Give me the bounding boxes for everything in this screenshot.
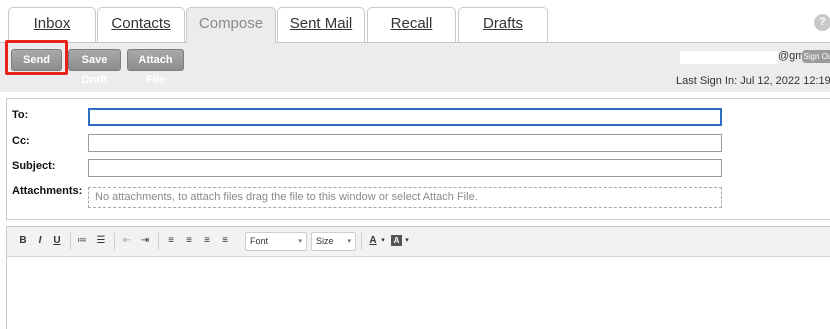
- underline-button[interactable]: U: [51, 233, 63, 249]
- editor-toolbar: B I U ≔ ☰ ⇤ ⇥ ≡ ≡ ≡ ≡ Font ▾ Size ▾ A ▾ …: [7, 227, 830, 257]
- subject-input[interactable]: [88, 159, 722, 177]
- message-body[interactable]: [7, 257, 830, 329]
- outdent-icon[interactable]: ⇤: [120, 233, 134, 249]
- toolbar-separator: [361, 233, 362, 250]
- compose-form: To: Cc: Subject: Attachments: No attachm…: [6, 98, 830, 220]
- toolbar-separator: [70, 233, 71, 250]
- align-right-icon[interactable]: ≡: [200, 233, 214, 249]
- indent-icon[interactable]: ⇥: [138, 233, 152, 249]
- attachments-dropzone[interactable]: No attachments, to attach files drag the…: [88, 187, 722, 208]
- subject-label: Subject:: [12, 160, 56, 172]
- to-input[interactable]: [88, 108, 722, 126]
- font-dropdown-label: Font: [250, 236, 269, 246]
- cc-label: Cc:: [12, 135, 30, 147]
- tab-bar: Inbox Contacts Compose Sent Mail Recall …: [0, 0, 830, 43]
- tab-recall[interactable]: Recall: [367, 7, 456, 43]
- tab-sent-mail[interactable]: Sent Mail: [277, 7, 365, 43]
- font-dropdown[interactable]: Font ▾: [245, 232, 307, 251]
- chevron-down-icon[interactable]: ▾: [379, 233, 387, 249]
- align-left-icon[interactable]: ≡: [164, 233, 178, 249]
- cc-input[interactable]: [88, 134, 722, 152]
- chevron-down-icon[interactable]: ▾: [403, 233, 411, 249]
- chevron-down-icon: ▾: [347, 238, 351, 245]
- size-dropdown[interactable]: Size ▾: [311, 232, 356, 251]
- to-label: To:: [12, 109, 29, 121]
- chevron-down-icon: ▾: [298, 238, 302, 245]
- unordered-list-icon[interactable]: ☰: [94, 233, 108, 249]
- sign-out-button[interactable]: Sign Out: [802, 50, 830, 63]
- compose-toolbar: Send Save Draft Attach File @gmail.com S…: [0, 42, 830, 92]
- tab-drafts[interactable]: Drafts: [458, 7, 548, 43]
- tab-contacts[interactable]: Contacts: [97, 7, 185, 43]
- toolbar-separator: [114, 233, 115, 250]
- attach-file-button[interactable]: Attach File: [127, 49, 184, 86]
- tab-compose[interactable]: Compose: [186, 7, 276, 43]
- last-sign-in: Last Sign In: Jul 12, 2022 12:19 PM: [676, 75, 830, 87]
- email-redaction: [680, 51, 778, 64]
- attachments-label: Attachments:: [12, 185, 83, 197]
- bold-button[interactable]: B: [17, 233, 29, 249]
- send-button[interactable]: Send: [11, 49, 62, 71]
- italic-button[interactable]: I: [34, 233, 46, 249]
- align-center-icon[interactable]: ≡: [182, 233, 196, 249]
- justify-icon[interactable]: ≡: [218, 233, 232, 249]
- help-icon[interactable]: ?: [814, 14, 830, 31]
- save-draft-button[interactable]: Save Draft: [68, 49, 121, 86]
- size-dropdown-label: Size: [316, 236, 334, 246]
- background-color-icon[interactable]: A: [391, 235, 402, 246]
- message-editor: B I U ≔ ☰ ⇤ ⇥ ≡ ≡ ≡ ≡ Font ▾ Size ▾ A ▾ …: [6, 226, 830, 329]
- tab-inbox[interactable]: Inbox: [8, 7, 96, 43]
- toolbar-separator: [158, 233, 159, 250]
- ordered-list-icon[interactable]: ≔: [75, 233, 89, 249]
- text-color-icon[interactable]: A: [367, 233, 379, 249]
